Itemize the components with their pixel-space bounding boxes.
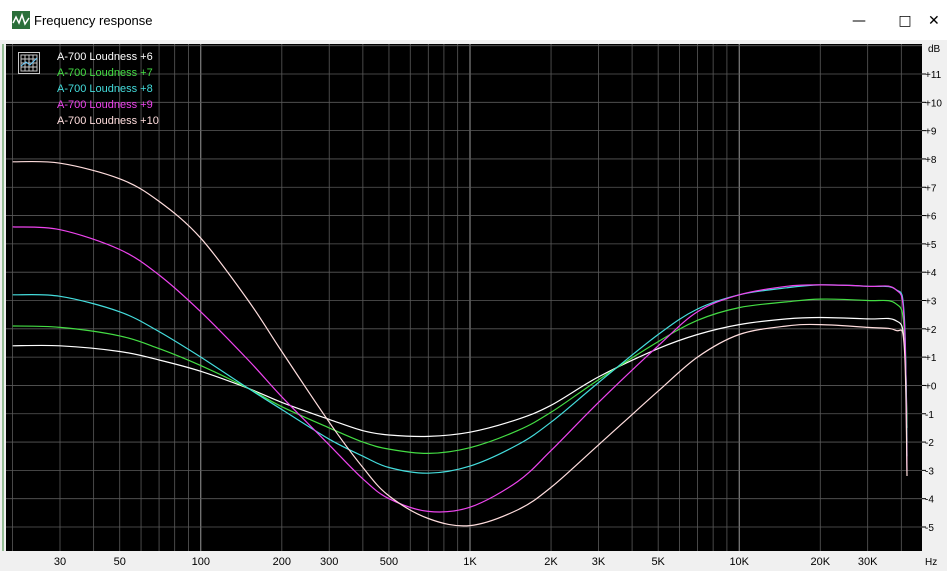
x-tick-label: 20K xyxy=(810,556,830,568)
x-tick-label: 30K xyxy=(858,556,878,568)
x-tick-label: 30 xyxy=(54,556,66,568)
y-tick-label: -1 xyxy=(925,410,934,421)
legend-entry-3: A-700 Loudness +8 xyxy=(57,83,153,95)
frequency-response-window: Frequency response — □ ✕ A-700 Loudness … xyxy=(0,0,947,571)
x-tick-label: 5K xyxy=(651,556,665,568)
y-tick-label: +4 xyxy=(925,268,937,279)
x-tick-label: 50 xyxy=(114,556,126,568)
frequency-response-chart: A-700 Loudness +6 A-700 Loudness +7 A-700 … xyxy=(0,44,947,571)
y-tick-label: +1 xyxy=(925,353,937,364)
y-tick-label: -4 xyxy=(925,495,934,506)
legend-entry-2: A-700 Loudness +7 xyxy=(57,67,153,79)
y-axis-unit: dB xyxy=(928,44,941,55)
x-tick-label: 300 xyxy=(320,556,338,568)
legend-entry-1: A-700 Loudness +6 xyxy=(57,51,153,63)
x-axis-unit: Hz xyxy=(925,557,937,568)
y-tick-label: +0 xyxy=(925,381,937,392)
y-tick-label: +11 xyxy=(925,70,942,81)
legend-entry-5: A-700 Loudness +10 xyxy=(57,115,159,127)
y-tick-label: +3 xyxy=(925,297,937,308)
y-tick-label: +6 xyxy=(925,212,937,223)
y-tick-label: -5 xyxy=(925,523,934,534)
y-tick-label: -2 xyxy=(925,438,934,449)
grid-toggle-icon[interactable] xyxy=(18,52,40,74)
y-tick-label: -3 xyxy=(925,466,934,477)
x-tick-label: 10K xyxy=(729,556,749,568)
x-tick-label: 500 xyxy=(380,556,398,568)
y-tick-label: +2 xyxy=(925,325,937,336)
legend-entry-4: A-700 Loudness +9 xyxy=(57,99,153,111)
x-tick-label: 200 xyxy=(273,556,291,568)
x-tick-label: 100 xyxy=(192,556,210,568)
y-tick-label: +10 xyxy=(925,98,942,109)
y-tick-label: +8 xyxy=(925,155,937,166)
y-tick-label: +5 xyxy=(925,240,937,251)
x-tick-label: 1K xyxy=(463,556,477,568)
x-tick-label: 3K xyxy=(592,556,606,568)
y-tick-label: +9 xyxy=(925,127,937,138)
x-tick-label: 2K xyxy=(544,556,558,568)
y-tick-label: +7 xyxy=(925,183,937,194)
